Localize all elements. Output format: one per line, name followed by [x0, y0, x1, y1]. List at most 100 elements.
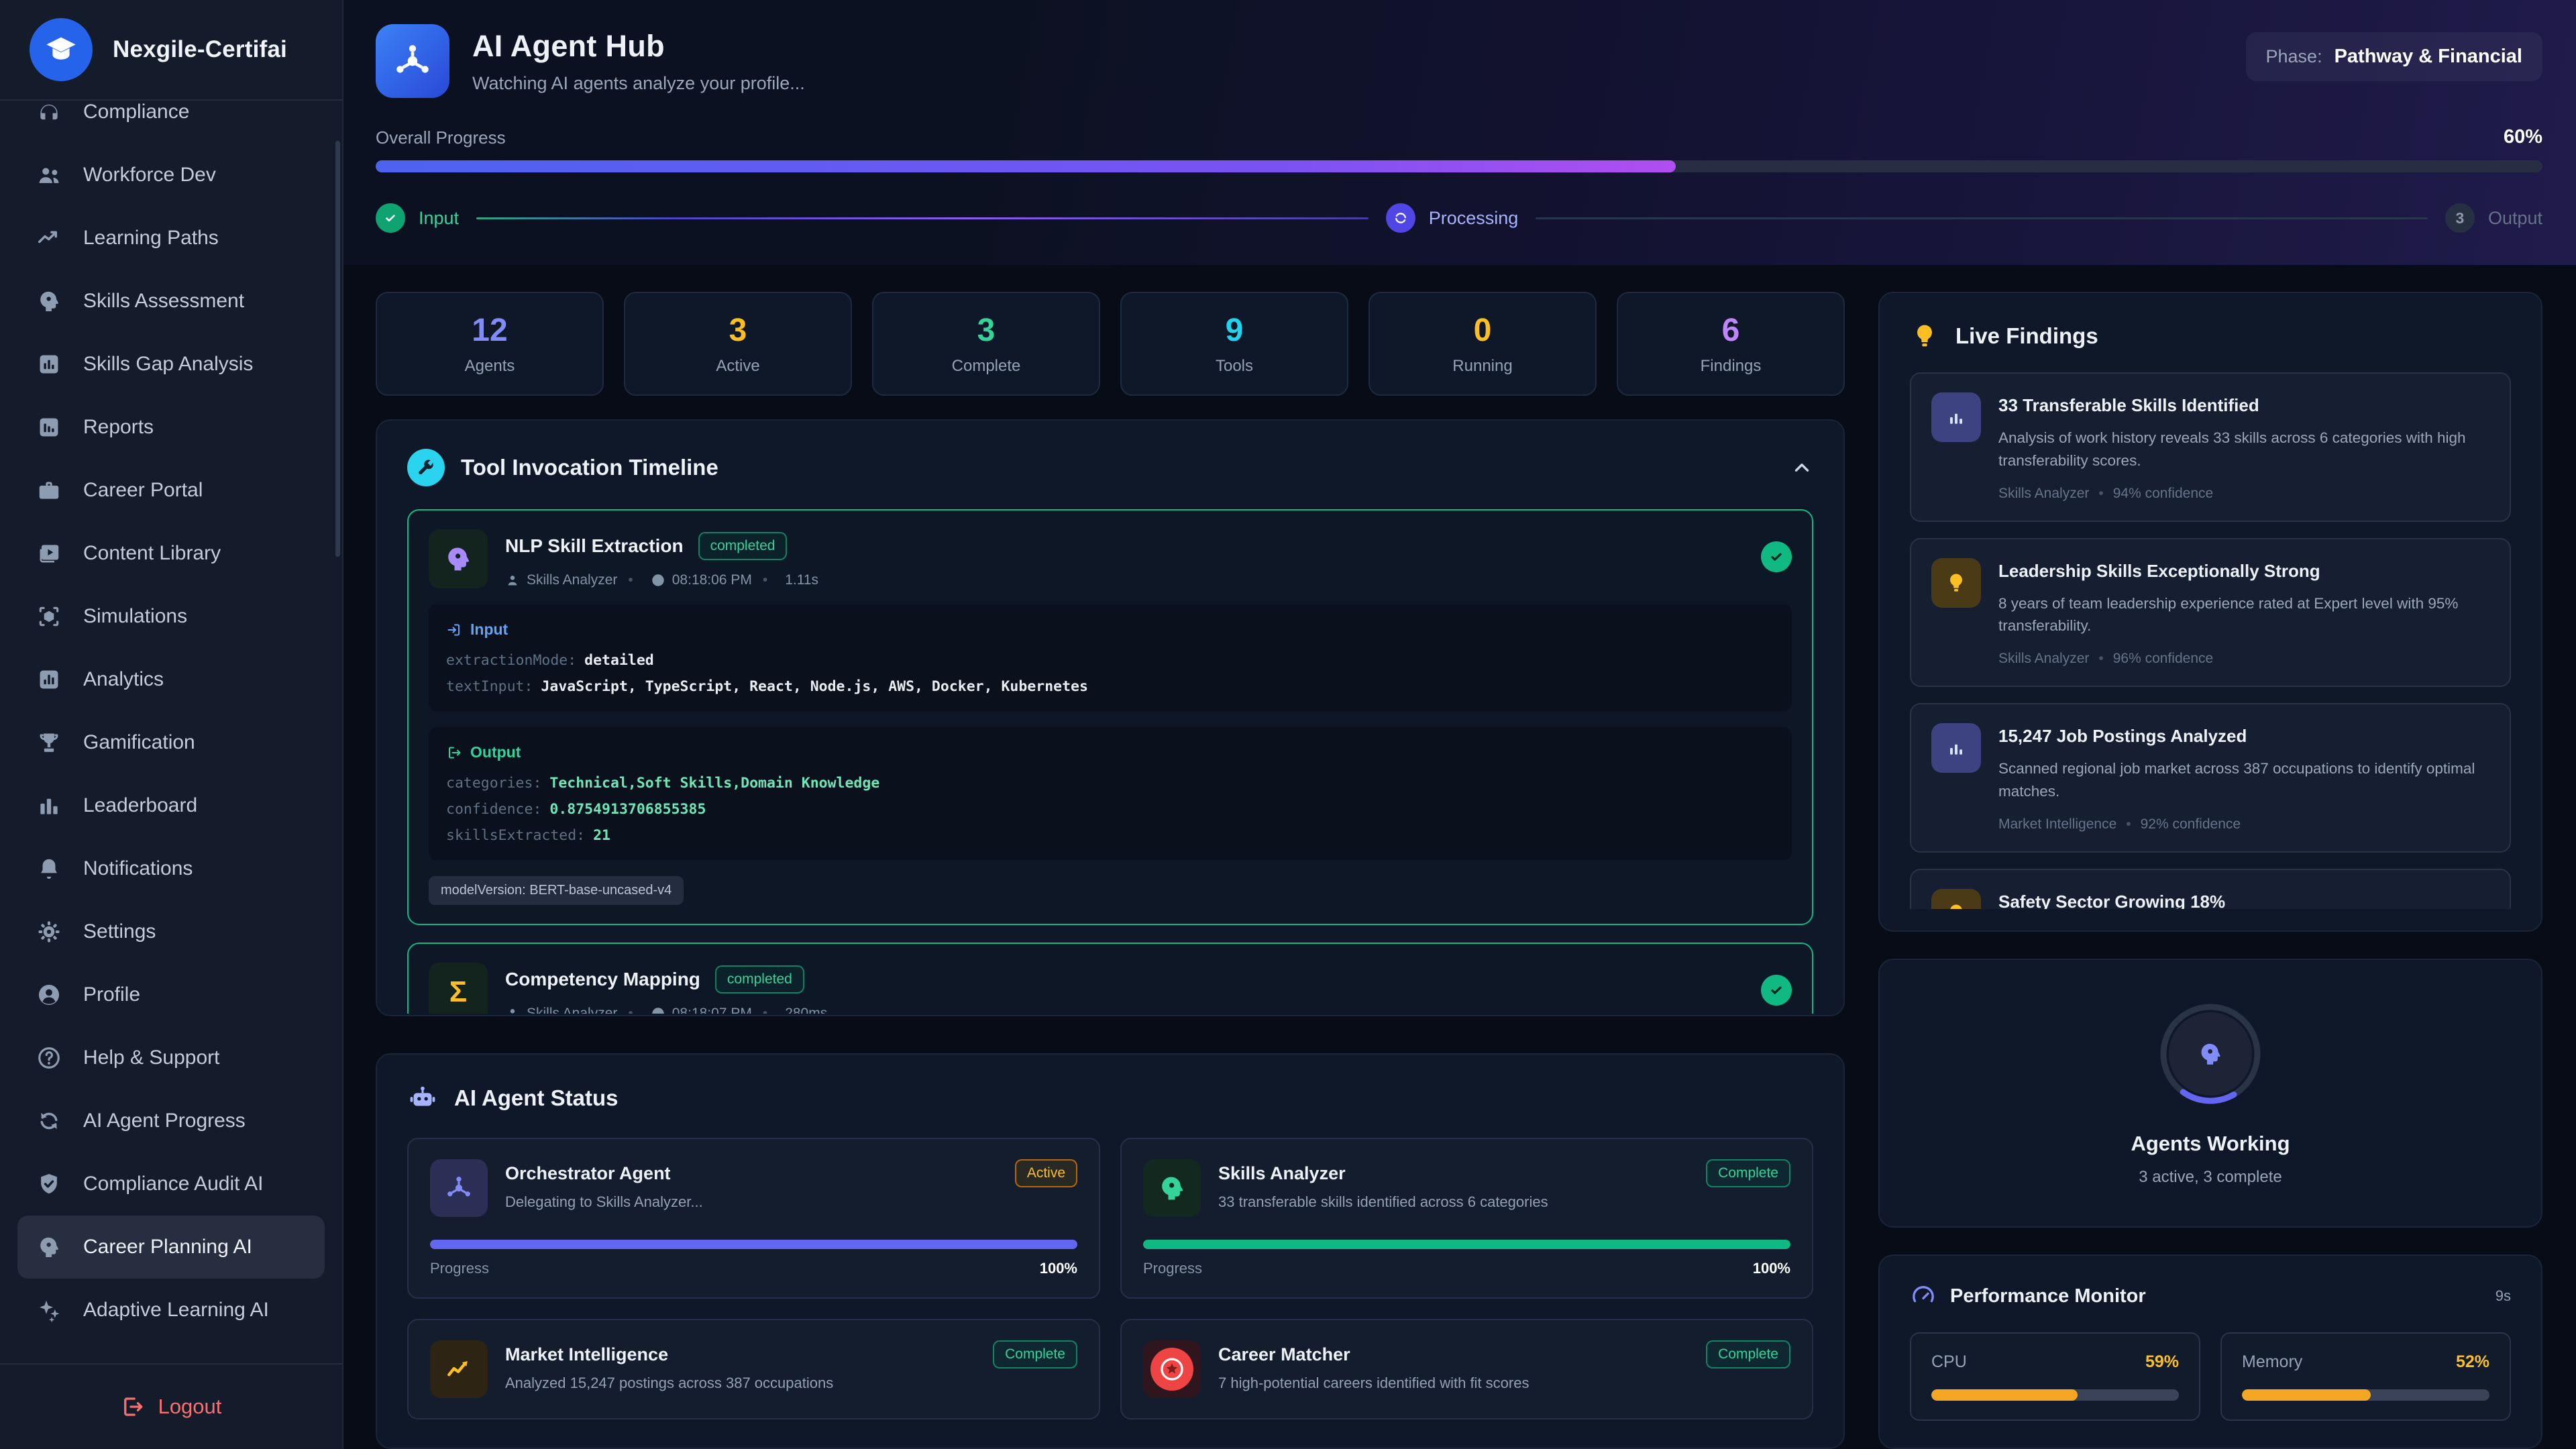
io-row: extractionMode:detailed: [446, 652, 1774, 669]
sidebar-item-help[interactable]: Help & Support: [17, 1026, 325, 1089]
sidebar-item-profile[interactable]: Profile: [17, 963, 325, 1026]
lightbulb-icon: [1931, 558, 1981, 608]
phase-steps: Input Processing 3 Output: [376, 203, 2542, 233]
chevron-up-icon[interactable]: [1790, 456, 1813, 479]
agent-name: Orchestrator Agent: [505, 1163, 998, 1184]
agent-card-market-intelligence: Market Intelligence Analyzed 15,247 post…: [407, 1319, 1100, 1419]
cpu-card: CPU 59%: [1910, 1332, 2200, 1421]
sidebar-item-ai-agent-progress[interactable]: AI Agent Progress: [17, 1089, 325, 1152]
sidebar-item-content-library[interactable]: Content Library: [17, 522, 325, 585]
agents-working-title: Agents Working: [2131, 1132, 2290, 1156]
sidebar-item-analytics[interactable]: Analytics: [17, 648, 325, 711]
sidebar-item-notifications[interactable]: Notifications: [17, 837, 325, 900]
overall-progress-label: Overall Progress: [376, 127, 506, 148]
sidebar-item-workforce-dev[interactable]: Workforce Dev: [17, 144, 325, 207]
people-icon: [36, 162, 62, 188]
sidebar-item-label: Career Planning AI: [83, 1236, 252, 1258]
performance-title: Performance Monitor: [1950, 1285, 2146, 1307]
progress-value: 100%: [1753, 1260, 1790, 1277]
sidebar-item-learning-paths[interactable]: Learning Paths: [17, 207, 325, 270]
sidebar-item-simulations[interactable]: Simulations: [17, 585, 325, 648]
gear-icon: [36, 919, 62, 945]
sidebar-item-label: Adaptive Learning AI: [83, 1299, 269, 1322]
sidebar-nav: Compliance Workforce Dev Learning Paths …: [0, 101, 342, 1363]
output-label: Output: [470, 743, 521, 761]
sidebar-item-label: Notifications: [83, 857, 193, 880]
memory-label: Memory: [2242, 1352, 2302, 1372]
sidebar-item-leaderboard[interactable]: Leaderboard: [17, 774, 325, 837]
finding-description: 8 years of team leadership experience ra…: [1998, 592, 2489, 638]
io-key: categories:: [446, 775, 541, 792]
progress-value: 100%: [1040, 1260, 1077, 1277]
robot-icon: [407, 1083, 438, 1114]
sidebar-item-skills-gap[interactable]: Skills Gap Analysis: [17, 333, 325, 396]
agent-badge: Active: [1015, 1159, 1077, 1187]
refresh-icon: [36, 1108, 62, 1134]
agent-progress-fill: [430, 1240, 1077, 1249]
io-row: confidence:0.8754913706855385: [446, 801, 1774, 818]
question-circle-icon: [36, 1045, 62, 1071]
stat-label: Active: [716, 357, 759, 376]
sidebar-item-label: Career Portal: [83, 479, 203, 502]
sidebar-item-label: Learning Paths: [83, 227, 219, 250]
cpu-bar: [1931, 1389, 2179, 1401]
sidebar-item-label: Help & Support: [83, 1046, 219, 1069]
agent-description: 7 high-potential careers identified with…: [1218, 1375, 1688, 1392]
phase-label: Phase:: [2266, 46, 2322, 67]
logout-button[interactable]: Logout: [121, 1395, 222, 1419]
step-input: Input: [376, 203, 459, 233]
trophy-icon: [36, 730, 62, 755]
io-key: textInput:: [446, 678, 533, 695]
sidebar-item-label: Simulations: [83, 605, 187, 628]
sidebar-item-gamification[interactable]: Gamification: [17, 711, 325, 774]
sidebar-item-label: Compliance Audit AI: [83, 1173, 264, 1195]
sidebar-scrollbar[interactable]: [335, 141, 340, 557]
tool-time: 08:18:07 PM: [672, 1006, 752, 1014]
sigma-icon: Σ: [429, 963, 488, 1014]
sidebar-item-label: Skills Gap Analysis: [83, 353, 253, 376]
sidebar-item-skills-assessment[interactable]: Skills Assessment: [17, 270, 325, 333]
agent-name: Skills Analyzer: [527, 572, 617, 588]
stat-agents: 12 Agents: [376, 292, 604, 396]
sidebar-item-compliance-audit-ai[interactable]: Compliance Audit AI: [17, 1152, 325, 1216]
finding-description: Scanned regional job market across 387 o…: [1998, 757, 2489, 803]
sidebar-item-career-portal[interactable]: Career Portal: [17, 459, 325, 522]
io-value: detailed: [584, 652, 654, 669]
timeline-title: Tool Invocation Timeline: [461, 455, 718, 480]
sidebar-item-settings[interactable]: Settings: [17, 900, 325, 963]
bar-chart-icon: [1931, 392, 1981, 442]
sidebar-item-label: Analytics: [83, 668, 164, 691]
page-title: AI Agent Hub: [472, 29, 805, 64]
sidebar-item-label: Content Library: [83, 542, 221, 565]
finding-title: Leadership Skills Exceptionally Strong: [1998, 561, 2489, 582]
sidebar-item-adaptive-learning-ai[interactable]: Adaptive Learning AI: [17, 1279, 325, 1342]
io-value: 21: [593, 827, 610, 844]
log-in-icon: [446, 622, 462, 638]
head-gear-icon: [36, 1234, 62, 1260]
live-findings-panel: Live Findings 33 Transferable Skills Ide…: [1878, 292, 2542, 932]
sidebar-item-career-planning-ai[interactable]: Career Planning AI: [17, 1216, 325, 1279]
step-processing: Processing: [1386, 203, 1519, 233]
agent-card-skills-analyzer: Skills Analyzer 33 transferable skills i…: [1120, 1138, 1813, 1299]
tool-time: 08:18:06 PM: [672, 572, 752, 588]
stat-findings: 6 Findings: [1617, 292, 1845, 396]
sidebar-item-reports[interactable]: Reports: [17, 396, 325, 459]
progress-label: Progress: [430, 1260, 489, 1277]
finding-card: 33 Transferable Skills Identified Analys…: [1910, 372, 2511, 522]
brand-name: Nexgile-Certifai: [113, 36, 287, 63]
step-label: Processing: [1429, 208, 1519, 229]
agent-name: Market Intelligence: [505, 1344, 975, 1365]
memory-value: 52%: [2456, 1352, 2489, 1372]
stat-label: Agents: [465, 357, 515, 376]
graduation-cap-icon: [44, 32, 78, 67]
tool-invocation-timeline-panel: Tool Invocation Timeline: [376, 419, 1845, 1016]
tool-meta: Skills Analyzer 08:18:07 PM 280ms: [505, 1006, 1743, 1014]
stat-active: 3 Active: [624, 292, 852, 396]
performance-monitor-panel: Performance Monitor 9s CPU 59%: [1878, 1254, 2542, 1449]
step-connector: [476, 217, 1368, 219]
timeline-list: NLP Skill Extraction completed Skills An…: [407, 509, 1813, 1014]
tool-name: NLP Skill Extraction: [505, 535, 684, 557]
finding-confidence: 92% confidence: [2116, 816, 2241, 833]
finding-confidence: 94% confidence: [2089, 486, 2213, 502]
sidebar-item-compliance[interactable]: Compliance: [17, 101, 325, 144]
